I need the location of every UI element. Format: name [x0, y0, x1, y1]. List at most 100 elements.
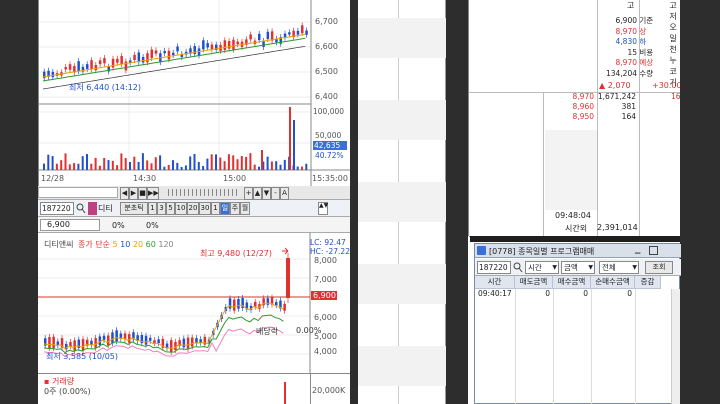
- reference-value: 6,900: [615, 16, 637, 25]
- period-10-button[interactable]: 10: [175, 202, 187, 215]
- search-icon[interactable]: [76, 202, 86, 215]
- period-day-button[interactable]: 일: [220, 202, 230, 215]
- candle-body: [237, 299, 240, 309]
- program-trading-window[interactable]: [0778] 종목일별 프로그램매매 ▁ 187220 시간 ▼ 금액 ▼ 전체 ▼ …: [474, 243, 681, 404]
- reference-label: 기준: [637, 16, 654, 25]
- nav-forward-button[interactable]: ▶: [129, 187, 138, 200]
- period-month-button[interactable]: 월: [240, 202, 250, 215]
- bar-chart-icon[interactable]: [88, 202, 97, 215]
- volume-bar: [236, 159, 239, 170]
- font-size-button[interactable]: A: [280, 187, 289, 200]
- col-change[interactable]: 증감: [635, 276, 661, 289]
- period-1-button[interactable]: 1: [148, 202, 157, 215]
- reference-value: 15: [627, 47, 637, 57]
- candle-body: [141, 56, 145, 63]
- search-icon[interactable]: [513, 261, 523, 274]
- amount-select[interactable]: 금액 ▼: [561, 261, 595, 274]
- price-input[interactable]: 6,900: [40, 219, 100, 231]
- candle-body: [186, 337, 190, 350]
- orderbook-panel[interactable]: 고 6,900 기준 8,970 상 4,830 하 15 비용 8,970 예상 134…: [468, 0, 682, 237]
- nav-fast-forward-button[interactable]: ▶▶: [147, 187, 159, 200]
- hc-label: HC: -27.22: [310, 247, 350, 256]
- period-3-button[interactable]: 3: [157, 202, 166, 215]
- candle-body: [167, 50, 171, 60]
- vertical-scrollbar[interactable]: [671, 289, 680, 404]
- candle-body: [81, 339, 85, 351]
- volume-bar: [133, 156, 136, 170]
- nav-back-button[interactable]: ◀: [120, 187, 129, 200]
- zoom-out-button[interactable]: -: [271, 187, 280, 200]
- vertical-label-char: 일: [669, 34, 677, 43]
- scroll-down-button[interactable]: ▼: [262, 187, 271, 200]
- period-minute-sec-tick-button[interactable]: 분초틱: [120, 202, 148, 215]
- stock-code-input[interactable]: 187220: [40, 202, 74, 215]
- minimize-icon[interactable]: ▁: [635, 246, 644, 255]
- period-week-button[interactable]: 주: [230, 202, 240, 215]
- period-stepper[interactable]: ▲▼: [318, 202, 328, 215]
- zoom-slider[interactable]: [168, 189, 238, 196]
- period-buttons: 분초틱 1 3 5 10 20 30 1 일 주 월: [120, 202, 250, 215]
- vertical-label-char: 천: [669, 45, 677, 54]
- candle-body: [157, 339, 160, 344]
- bid-qty: 381: [621, 102, 636, 111]
- current-price-marker: 6,900: [311, 291, 337, 300]
- table-row[interactable]: 09:40:17 0 0 0: [475, 289, 681, 300]
- empty-grid-panel[interactable]: [358, 0, 446, 404]
- daily-volume-panel[interactable]: ▪ 거래량 0주 (0.00%) 20,000K: [38, 373, 350, 404]
- candle-body: [199, 339, 202, 343]
- candle-body: [120, 56, 123, 65]
- percent-label: 0.00%: [296, 326, 322, 335]
- col-sell-amount[interactable]: 매도금액: [515, 276, 553, 289]
- col-net-buy-amount[interactable]: 순매수금액: [591, 276, 635, 289]
- period-5-button[interactable]: 5: [166, 202, 175, 215]
- vertical-labels: 고저오일천누코기: [665, 0, 681, 92]
- window-titlebar[interactable]: [0778] 종목일별 프로그램매매 ▁: [475, 244, 681, 258]
- time-select[interactable]: 시간 ▼: [525, 261, 559, 274]
- query-button[interactable]: 조회: [645, 261, 673, 274]
- col-buy-amount[interactable]: 매수금액: [553, 276, 591, 289]
- grid-row-band: [358, 18, 446, 58]
- zoom-in-button[interactable]: +: [244, 187, 253, 200]
- candle-body: [258, 33, 261, 41]
- volume-bar: [129, 161, 131, 170]
- bid-qty: 164: [621, 112, 636, 121]
- volume-bar: [215, 154, 217, 170]
- all-select[interactable]: 전체 ▼: [599, 261, 639, 274]
- daily-chart-panel[interactable]: 디티앤씨 종가 단순 5 10 20 60 120 최고 9,480 (12/2…: [38, 233, 350, 373]
- scroll-up-button[interactable]: ▲: [253, 187, 262, 200]
- top-letter: 고: [627, 1, 635, 10]
- candle-body: [144, 335, 148, 345]
- period-30-button[interactable]: 30: [199, 202, 211, 215]
- period-1b-button[interactable]: 1: [211, 202, 220, 215]
- maximize-icon[interactable]: [649, 246, 658, 255]
- nav-scroll-track[interactable]: [38, 187, 118, 198]
- reference-values: 6,900 기준 8,970 상 4,830 하 15 비용 8,970 예상 134,2…: [599, 16, 653, 79]
- nav-buttons: ◀ ▶ ■ ▶▶: [120, 187, 159, 200]
- legend-stock-name: 디티앤씨: [44, 240, 74, 249]
- vertical-label-char: 오: [669, 23, 677, 32]
- bid-price: 8,970: [572, 92, 594, 101]
- bid-prices: 8,970 8,960 8,950: [545, 92, 597, 122]
- legend-ma120: 120: [158, 240, 174, 249]
- input-value: 0%: [146, 221, 159, 230]
- candle-body: [48, 337, 51, 348]
- volume-bar: [176, 162, 179, 170]
- stock-code-input[interactable]: 187220: [477, 261, 511, 274]
- grid-row-band: [358, 264, 446, 304]
- volume-bar: [64, 153, 67, 170]
- col-time[interactable]: 시간: [475, 276, 515, 289]
- chart-legend: 디티앤씨 종가 단순 5 10 20 60 120: [44, 239, 174, 250]
- reference-value: 4,830: [615, 37, 637, 46]
- reference-row: 8,970 상: [599, 27, 665, 38]
- volume-bar: [293, 120, 295, 170]
- period-20-button[interactable]: 20: [187, 202, 199, 215]
- daily-low-label: 최저 3,585 (10/05): [46, 352, 119, 361]
- intraday-chart-panel[interactable]: 6,700 6,600 6,500 6,400 최저 6,440 (14:12)…: [38, 0, 351, 186]
- volume-bar: [289, 107, 291, 170]
- candle-body: [77, 61, 80, 72]
- volume-bar: [81, 156, 84, 170]
- nav-stop-button[interactable]: ■: [138, 187, 147, 200]
- candle-body: [107, 335, 110, 346]
- volume-bar: [141, 153, 144, 170]
- volume-bar: [279, 164, 282, 170]
